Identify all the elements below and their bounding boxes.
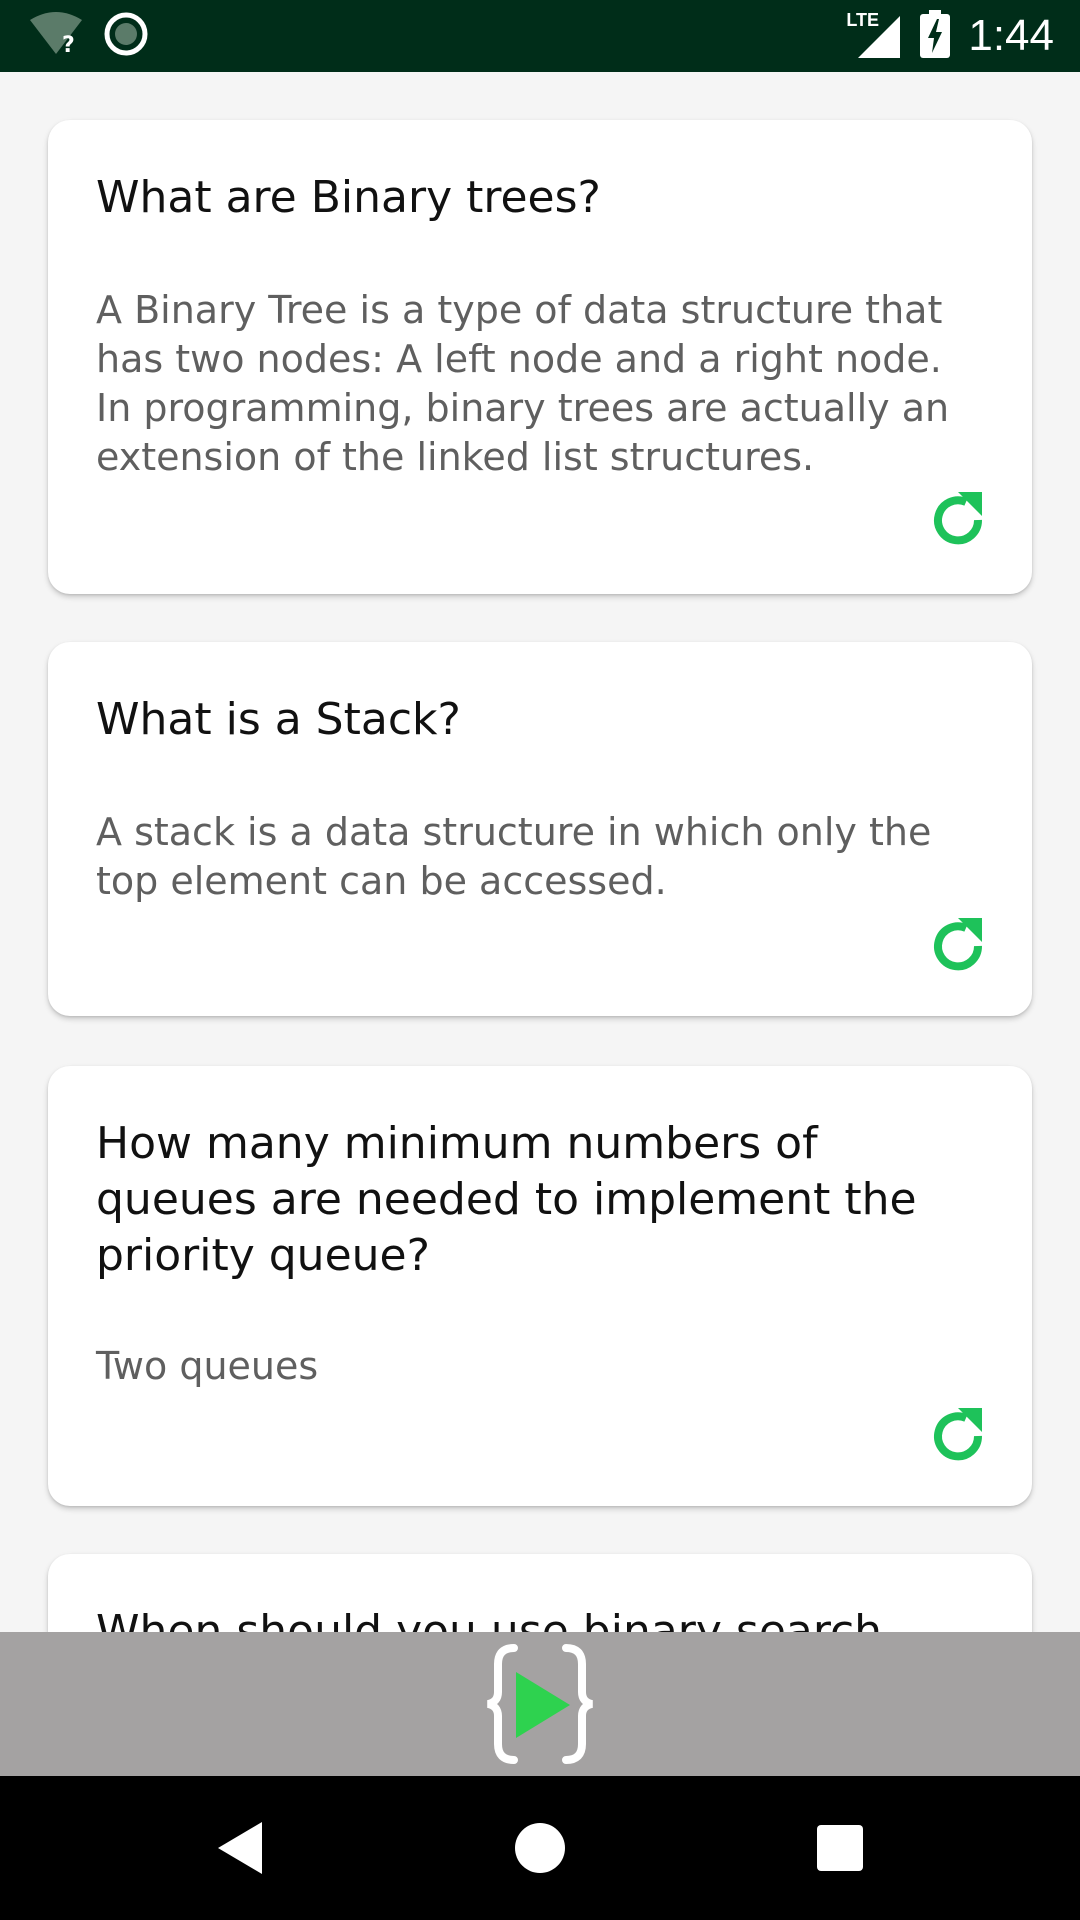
recents-icon[interactable] bbox=[804, 1812, 876, 1884]
refresh-icon[interactable] bbox=[928, 916, 988, 976]
card-question: What is a Stack? bbox=[96, 694, 461, 745]
card-question: When should you use binary search bbox=[96, 1606, 883, 1632]
status-right-icons: LTE 1:44 bbox=[846, 10, 1054, 62]
card-answer: A stack is a data structure in which onl… bbox=[96, 810, 932, 903]
battery-charging-icon bbox=[920, 10, 951, 62]
back-icon[interactable] bbox=[204, 1812, 276, 1884]
flashcard-list[interactable]: What are Binary trees? A Binary Tree is … bbox=[0, 72, 1080, 1632]
system-nav-bar bbox=[0, 1776, 1080, 1920]
status-bar: ? LTE 1:44 bbox=[0, 0, 1080, 72]
cell-signal-icon: LTE bbox=[846, 10, 902, 60]
status-left-icons: ? bbox=[28, 12, 148, 60]
wifi-unknown-icon: ? bbox=[28, 10, 84, 62]
flashcard[interactable]: When should you use binary search bbox=[48, 1554, 1032, 1632]
home-icon[interactable] bbox=[504, 1812, 576, 1884]
network-type-label: LTE bbox=[846, 10, 880, 30]
flashcard[interactable]: What is a Stack? A stack is a data struc… bbox=[48, 642, 1032, 1016]
flashcard[interactable]: What are Binary trees? A Binary Tree is … bbox=[48, 120, 1032, 594]
sync-circle-icon bbox=[104, 12, 148, 60]
card-question: How many minimum numbers of queues are n… bbox=[96, 1118, 917, 1281]
card-answer: Two queues bbox=[96, 1344, 319, 1388]
flashcard[interactable]: How many minimum numbers of queues are n… bbox=[48, 1066, 1032, 1506]
card-answer: A Binary Tree is a type of data structur… bbox=[96, 288, 950, 479]
refresh-icon[interactable] bbox=[928, 490, 988, 550]
status-clock: 1:44 bbox=[968, 11, 1054, 60]
app-logo-icon[interactable] bbox=[480, 1642, 600, 1766]
svg-text:?: ? bbox=[62, 33, 75, 58]
refresh-icon[interactable] bbox=[928, 1406, 988, 1466]
bottom-banner[interactable] bbox=[0, 1632, 1080, 1776]
card-question: What are Binary trees? bbox=[96, 172, 601, 223]
